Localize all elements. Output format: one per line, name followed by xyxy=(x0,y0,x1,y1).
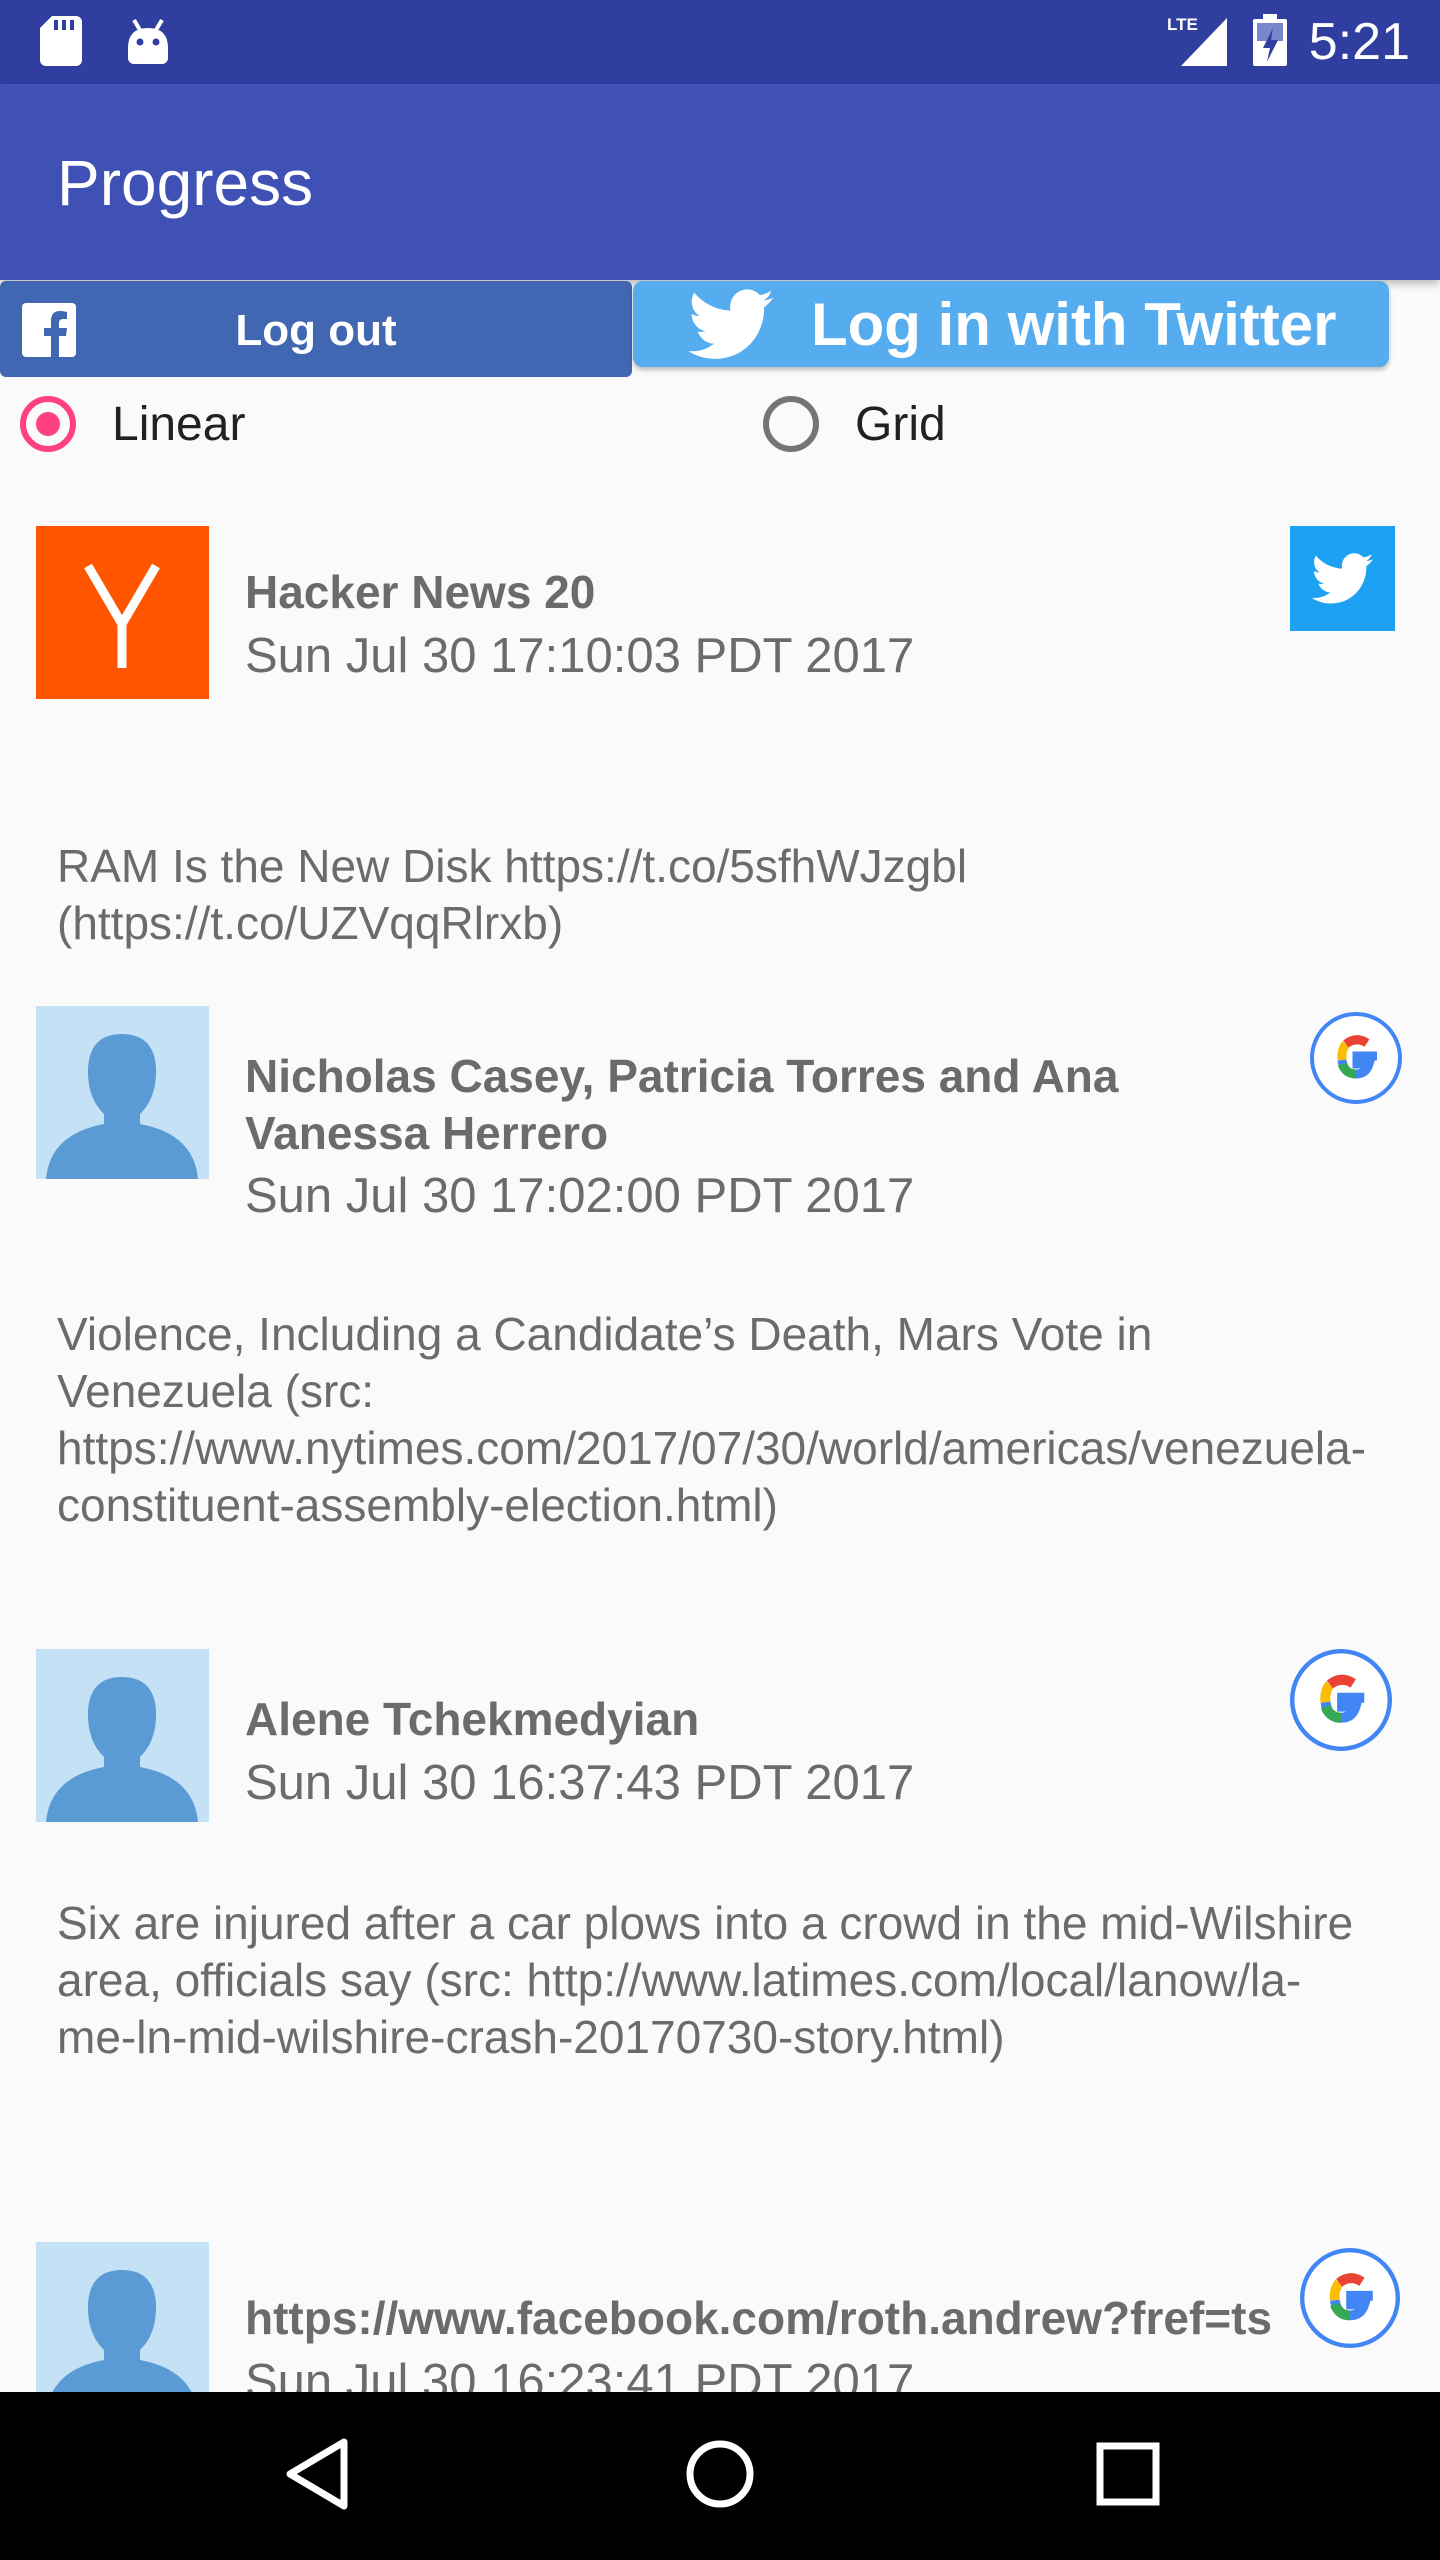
default-person-avatar xyxy=(36,1006,209,1179)
post-date: Sun Jul 30 17:02:00 PDT 2017 xyxy=(245,1169,915,1223)
default-person-avatar xyxy=(36,1649,209,1822)
twitter-login-button[interactable]: Log in with Twitter xyxy=(633,281,1389,367)
facebook-logout-button[interactable]: Log out xyxy=(0,281,632,377)
radio-linear-label: Linear xyxy=(112,397,246,451)
home-icon[interactable] xyxy=(684,2436,756,2517)
back-icon[interactable] xyxy=(280,2436,352,2517)
recents-icon[interactable] xyxy=(1092,2436,1164,2517)
layout-radio-group: Linear Grid xyxy=(0,396,1440,476)
facebook-button-label: Log out xyxy=(235,306,397,355)
twitter-bird-icon xyxy=(688,289,776,366)
post-date: Sun Jul 30 17:10:03 PDT 2017 xyxy=(245,629,915,683)
radio-linear[interactable]: Linear xyxy=(20,396,245,452)
author-name: https://www.facebook.com/roth.andrew?fre… xyxy=(245,2292,1273,2344)
signal-icon: LTE xyxy=(1167,14,1231,71)
twitter-icon xyxy=(1290,526,1395,636)
navigation-bar xyxy=(0,2392,1440,2560)
clock: 5:21 xyxy=(1308,13,1410,71)
sd-card-icon xyxy=(40,16,82,71)
battery-icon xyxy=(1252,13,1287,71)
default-person-avatar xyxy=(36,2242,209,2415)
post-text: RAM Is the New Disk https://t.co/5sfhWJz… xyxy=(57,840,968,949)
post-text: Violence, Including a Candidate’s Death,… xyxy=(57,1308,1367,1531)
twitter-button-label: Log in with Twitter xyxy=(811,291,1337,358)
svg-text:LTE: LTE xyxy=(1167,15,1198,34)
post-date: Sun Jul 30 16:37:43 PDT 2017 xyxy=(245,1756,915,1810)
post-text: Six are injured after a car plows into a… xyxy=(57,1897,1354,2063)
hacker-news-logo xyxy=(36,526,209,699)
author-name: Hacker News 20 xyxy=(245,566,596,618)
radio-checked-icon xyxy=(20,396,76,452)
author-name: Alene Tchekmedyian xyxy=(245,1693,700,1745)
status-bar: LTE 5:21 xyxy=(0,0,1440,84)
radio-unchecked-icon xyxy=(763,396,819,452)
radio-grid[interactable]: Grid xyxy=(763,396,946,452)
app-bar: Progress xyxy=(0,84,1440,280)
google-icon xyxy=(1300,2248,1400,2353)
author-name: Nicholas Casey, Patricia Torres and Ana … xyxy=(245,1050,1119,1159)
radio-grid-label: Grid xyxy=(855,397,946,451)
android-icon xyxy=(126,18,170,69)
page-title: Progress xyxy=(57,147,314,219)
google-icon xyxy=(1290,1649,1392,1756)
google-icon xyxy=(1310,1012,1402,1109)
